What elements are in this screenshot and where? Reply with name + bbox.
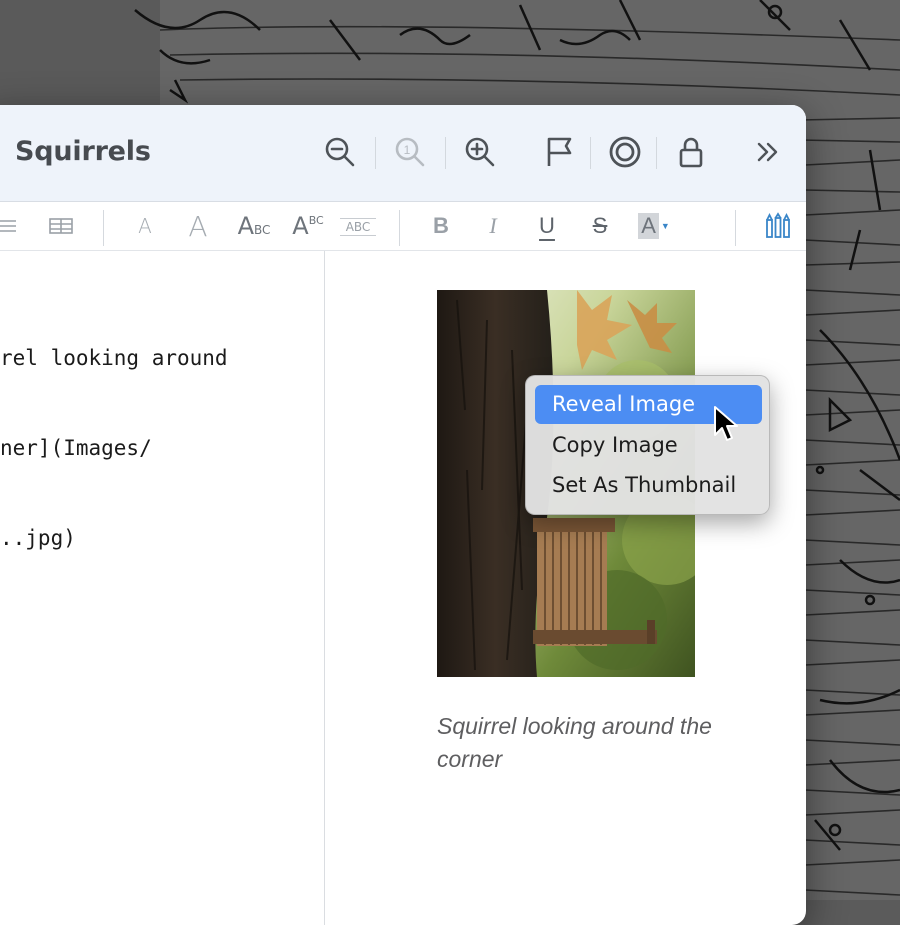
lock-icon[interactable] <box>671 132 711 172</box>
format-separator <box>735 210 736 246</box>
zoom-out-icon[interactable] <box>320 132 360 172</box>
title-bar: Squirrels 1 <box>0 105 806 202</box>
app-window: Squirrels 1 A A A BC A BC ABC B I U S A … <box>0 105 806 925</box>
format-separator <box>103 210 104 246</box>
italic-button[interactable]: I <box>482 210 504 242</box>
editor-line: ner](Images/ <box>0 436 152 460</box>
list-icon[interactable] <box>0 210 22 242</box>
menu-item-set-as-thumbnail[interactable]: Set As Thumbnail <box>535 466 762 505</box>
pencils-icon[interactable] <box>762 210 794 242</box>
markdown-editor[interactable]: rel looking around ner](Images/ ..jpg) <box>0 283 320 613</box>
editor-line: rel looking around <box>0 346 228 370</box>
chevron-down-icon: ▼ <box>660 221 670 231</box>
highlight-button[interactable]: A ▼ <box>634 210 674 242</box>
toolbar-separator <box>656 137 657 169</box>
window-title: Squirrels <box>15 136 151 167</box>
format-separator <box>399 210 400 246</box>
toolbar-separator <box>590 137 591 169</box>
large-a-button[interactable]: A <box>183 210 213 243</box>
table-icon[interactable] <box>46 210 76 242</box>
mouse-pointer-icon <box>713 405 739 448</box>
image-caption: Squirrel looking around the corner <box>437 713 712 772</box>
toolbar-separator <box>375 137 376 169</box>
small-caps-button[interactable]: A BC <box>232 210 276 242</box>
toolbar-separator <box>445 137 446 169</box>
strikethrough-button[interactable]: S <box>585 210 615 242</box>
zoom-in-icon[interactable] <box>460 132 500 172</box>
small-a-button[interactable]: A <box>130 210 160 242</box>
actual-size-icon[interactable]: 1 <box>390 132 430 172</box>
target-icon[interactable] <box>605 132 645 172</box>
editor-line: ..jpg) <box>0 526 76 550</box>
bold-button[interactable]: B <box>430 210 452 242</box>
underline-button[interactable]: U <box>534 210 560 242</box>
more-chevrons-icon[interactable] <box>748 132 788 172</box>
format-bar: A A A BC A BC ABC B I U S A ▼ <box>0 202 806 251</box>
all-caps-button[interactable]: ABC <box>340 218 376 236</box>
actual-size-badge: 1 <box>404 143 411 157</box>
pane-divider[interactable] <box>324 251 325 925</box>
superscript-button[interactable]: A BC <box>286 210 330 242</box>
flag-icon[interactable] <box>540 132 580 172</box>
